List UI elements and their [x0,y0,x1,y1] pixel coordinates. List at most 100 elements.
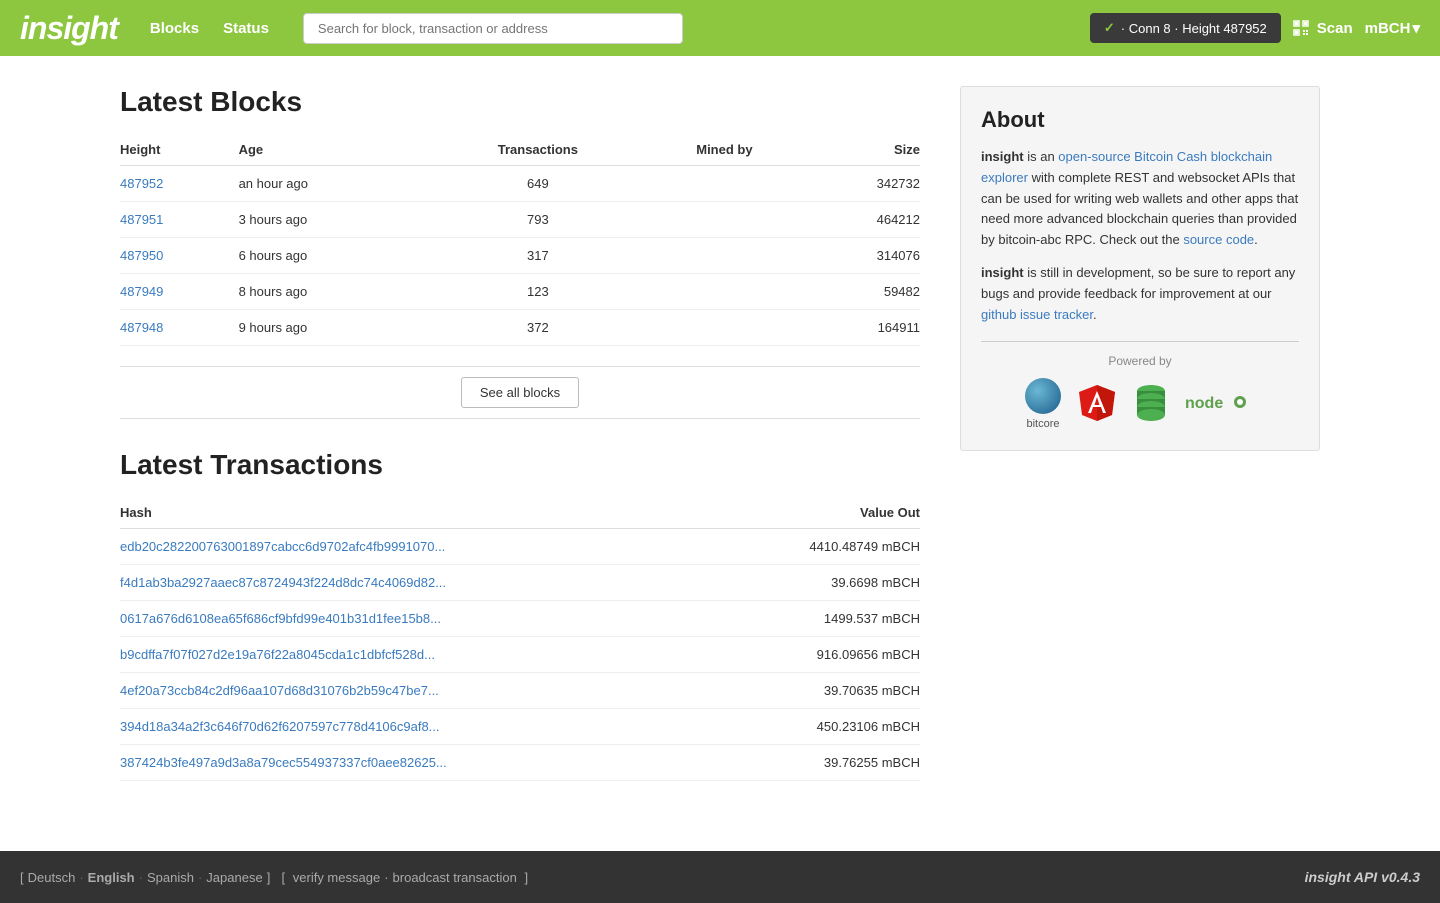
tx-hash-link[interactable]: 0617a676d6108ea65f686cf9bfd99e401b31d1fe… [120,611,441,626]
block-age: 8 hours ago [239,274,429,310]
lang-spanish[interactable]: Spanish [147,870,194,885]
col-value-out: Value Out [718,497,920,529]
block-height: 487948 [120,310,239,346]
block-size: 464212 [801,202,920,238]
tx-hash-link[interactable]: 394d18a34a2f3c646f70d62f6207597c778d4106… [120,719,440,734]
block-height-link[interactable]: 487952 [120,176,163,191]
block-height-link[interactable]: 487950 [120,248,163,263]
logos-row: bitcore [981,378,1299,430]
block-size: 342732 [801,166,920,202]
github-issue-tracker-link[interactable]: github issue tracker [981,307,1093,322]
col-mined-by: Mined by [647,134,801,166]
chevron-down-icon: ▾ [1412,19,1420,37]
block-height-link[interactable]: 487949 [120,284,163,299]
transactions-title: Latest Transactions [120,449,920,481]
lang-deutsch[interactable]: Deutsch [28,870,76,885]
table-row: 4ef20a73ccb84c2df96aa107d68d31076b2b59c4… [120,673,920,709]
table-row: 487948 9 hours ago 372 164911 [120,310,920,346]
mbch-dropdown[interactable]: mBCH ▾ [1365,19,1420,37]
bitcore-logo: bitcore [1025,378,1061,430]
col-hash: Hash [120,497,718,529]
col-size: Size [801,134,920,166]
search-input[interactable] [303,13,683,44]
blocks-table: Height Age Transactions Mined by Size 48… [120,134,920,346]
about-title: About [981,107,1299,133]
table-row: 387424b3fe497a9d3a8a79cec554937337cf0aee… [120,745,920,781]
scan-button[interactable]: Scan [1293,20,1353,37]
tx-hash-link[interactable]: edb20c282200763001897cabcc6d9702afc4fb99… [120,539,445,554]
tx-hash: f4d1ab3ba2927aaec87c8724943f224d8dc74c40… [120,565,718,601]
block-mined-by [647,166,801,202]
tx-hash-link[interactable]: 4ef20a73ccb84c2df96aa107d68d31076b2b59c4… [120,683,439,698]
mbch-label: mBCH [1365,20,1411,37]
footer-dot: · [384,870,388,885]
tx-value-out: 1499.537 mBCH [718,601,920,637]
blockchain-explorer-link[interactable]: open-source Bitcoin Cash blockchain expl… [981,149,1272,185]
block-size: 164911 [801,310,920,346]
block-mined-by [647,238,801,274]
col-transactions: Transactions [428,134,647,166]
block-size: 59482 [801,274,920,310]
bitcore-icon [1025,378,1061,414]
table-row: 487949 8 hours ago 123 59482 [120,274,920,310]
nav-status[interactable]: Status [223,20,269,37]
header-right: ✓ · Conn 8 · Height 487952 Scan mBCH ▾ [1090,13,1420,43]
content-area: Latest Blocks Height Age Transactions Mi… [120,86,920,781]
tx-value-out: 39.6698 mBCH [718,565,920,601]
tx-hash-link[interactable]: f4d1ab3ba2927aaec87c8724943f224d8dc74c40… [120,575,446,590]
block-age: 9 hours ago [239,310,429,346]
powered-by-section: Powered by bitcore [981,341,1299,430]
nav-blocks[interactable]: Blocks [150,20,199,37]
table-row: f4d1ab3ba2927aaec87c8724943f224d8dc74c40… [120,565,920,601]
tx-hash-link[interactable]: b9cdffa7f07f027d2e19a76f22a8045cda1c1dbf… [120,647,435,662]
about-paragraph-2: insight is still in development, so be s… [981,263,1299,325]
footer-bracket-end: ] [521,870,528,885]
tx-hash: 387424b3fe497a9d3a8a79cec554937337cf0aee… [120,745,718,781]
block-transactions: 793 [428,202,647,238]
tx-value-out: 4410.48749 mBCH [718,529,920,565]
nodejs-icon: node [1185,392,1255,412]
conn-text: · Conn 8 · Height 487952 [1121,21,1267,36]
qr-icon [1293,20,1309,36]
transactions-table: Hash Value Out edb20c282200763001897cabc… [120,497,920,781]
block-mined-by [647,310,801,346]
leveldb-icon [1133,381,1169,425]
source-code-link[interactable]: source code [1183,232,1254,247]
bitcore-label: bitcore [1026,418,1059,430]
block-height-link[interactable]: 487951 [120,212,163,227]
about-paragraph-1: insight is an open-source Bitcoin Cash b… [981,147,1299,251]
bracket-open: [ [20,870,24,885]
svg-text:node: node [1185,395,1223,412]
block-mined-by [647,202,801,238]
block-height-link[interactable]: 487948 [120,320,163,335]
tx-hash: b9cdffa7f07f027d2e19a76f22a8045cda1c1dbf… [120,637,718,673]
verify-message-link[interactable]: verify message [293,870,380,885]
sidebar: About insight is an open-source Bitcoin … [960,86,1320,781]
table-row: b9cdffa7f07f027d2e19a76f22a8045cda1c1dbf… [120,637,920,673]
footer-version: insight API v0.4.3 [1305,869,1420,885]
tx-hash-link[interactable]: 387424b3fe497a9d3a8a79cec554937337cf0aee… [120,755,447,770]
scan-label: Scan [1317,20,1353,37]
see-all-blocks-button[interactable]: See all blocks [461,377,579,408]
lang-japanese[interactable]: Japanese [206,870,262,885]
block-age: an hour ago [239,166,429,202]
sep-2: · [139,870,143,885]
footer: [ Deutsch · English · Spanish · Japanese… [0,851,1440,903]
lang-english[interactable]: English [88,870,135,885]
col-height: Height [120,134,239,166]
leveldb-logo [1133,381,1169,428]
tx-value-out: 39.76255 mBCH [718,745,920,781]
block-mined-by [647,274,801,310]
insight-brand-2: insight [981,265,1024,280]
block-height: 487951 [120,202,239,238]
footer-left: [ Deutsch · English · Spanish · Japanese… [20,870,528,885]
table-row: 0617a676d6108ea65f686cf9bfd99e401b31d1fe… [120,601,920,637]
block-age: 6 hours ago [239,238,429,274]
tx-hash: 0617a676d6108ea65f686cf9bfd99e401b31d1fe… [120,601,718,637]
checkmark-icon: ✓ [1104,20,1115,36]
logo: insight [20,10,118,47]
main-content: Latest Blocks Height Age Transactions Mi… [0,56,1440,811]
block-height: 487952 [120,166,239,202]
tx-hash: edb20c282200763001897cabcc6d9702afc4fb99… [120,529,718,565]
broadcast-transaction-link[interactable]: broadcast transaction [393,870,517,885]
